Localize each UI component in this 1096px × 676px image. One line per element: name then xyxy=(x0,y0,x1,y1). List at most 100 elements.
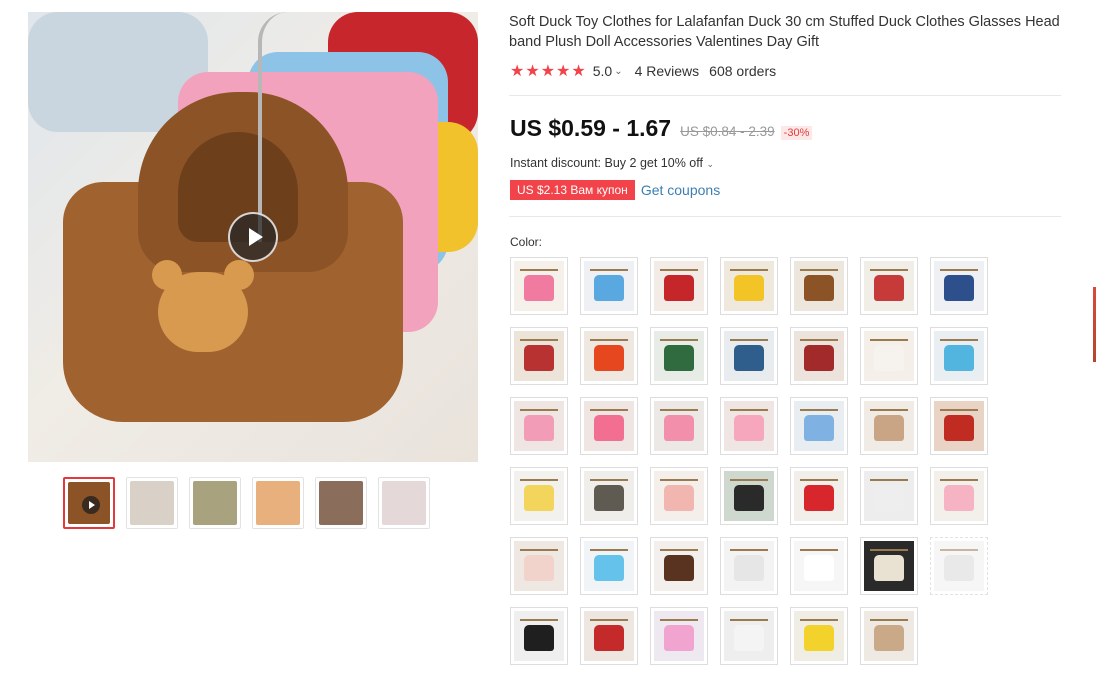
color-swatch[interactable] xyxy=(860,467,918,525)
garment-shape xyxy=(944,555,974,581)
hanger-line xyxy=(660,269,698,271)
gallery-thumbnail[interactable] xyxy=(315,477,367,529)
color-swatch[interactable] xyxy=(930,537,988,595)
color-swatch[interactable] xyxy=(580,467,638,525)
color-swatch[interactable] xyxy=(860,397,918,455)
hanger-line xyxy=(660,339,698,341)
hanger-line xyxy=(940,549,978,551)
instant-discount[interactable]: Instant discount: Buy 2 get 10% off ⌄ xyxy=(510,156,714,170)
color-swatch[interactable] xyxy=(510,257,568,315)
thumbnail-strip xyxy=(63,477,430,529)
color-swatch[interactable] xyxy=(720,537,778,595)
garment-shape xyxy=(804,555,834,581)
garment-shape xyxy=(594,625,624,651)
swatch-image xyxy=(514,261,564,311)
color-swatch[interactable] xyxy=(510,397,568,455)
hanger-line xyxy=(870,339,908,341)
color-swatch[interactable] xyxy=(860,607,918,665)
gallery-thumbnail[interactable] xyxy=(378,477,430,529)
color-swatch[interactable] xyxy=(650,607,708,665)
color-swatch[interactable] xyxy=(510,607,568,665)
color-swatch[interactable] xyxy=(510,537,568,595)
video-play-button[interactable] xyxy=(228,212,278,262)
swatch-image xyxy=(514,471,564,521)
color-swatch[interactable] xyxy=(580,537,638,595)
hanger-line xyxy=(590,549,628,551)
color-swatch[interactable] xyxy=(930,257,988,315)
coupon-row: US $2.13 Вам купон Get coupons xyxy=(510,180,720,200)
swatch-image xyxy=(654,541,704,591)
color-swatch[interactable] xyxy=(860,537,918,595)
play-icon xyxy=(249,228,263,246)
color-swatch[interactable] xyxy=(720,327,778,385)
garment-shape xyxy=(594,485,624,511)
garment-shape xyxy=(874,275,904,301)
swatch-image xyxy=(934,401,984,451)
color-swatch[interactable] xyxy=(650,537,708,595)
color-swatch[interactable] xyxy=(860,327,918,385)
color-swatch[interactable] xyxy=(930,397,988,455)
color-swatch[interactable] xyxy=(790,607,848,665)
swatch-image xyxy=(654,331,704,381)
product-title: Soft Duck Toy Clothes for Lalafanfan Duc… xyxy=(509,14,1060,50)
garment-shape xyxy=(524,275,554,301)
gallery-thumbnail[interactable] xyxy=(126,477,178,529)
swatch-image xyxy=(584,611,634,661)
color-swatch[interactable] xyxy=(790,467,848,525)
color-swatch[interactable] xyxy=(650,257,708,315)
chevron-down-icon[interactable]: ⌄ xyxy=(614,66,622,77)
color-swatch[interactable] xyxy=(580,607,638,665)
gallery-thumbnail[interactable] xyxy=(252,477,304,529)
hanger-line xyxy=(730,619,768,621)
get-coupons-link[interactable]: Get coupons xyxy=(641,182,720,198)
color-swatch[interactable] xyxy=(580,257,638,315)
color-swatch[interactable] xyxy=(580,327,638,385)
rating-value[interactable]: 5.0 xyxy=(593,63,612,79)
garment-shape xyxy=(804,625,834,651)
color-swatch[interactable] xyxy=(790,327,848,385)
garment-shape xyxy=(944,485,974,511)
hanger-line xyxy=(590,619,628,621)
swatch-image xyxy=(794,401,844,451)
color-swatch[interactable] xyxy=(650,467,708,525)
color-swatch[interactable] xyxy=(790,257,848,315)
garment-shape xyxy=(664,345,694,371)
reviews-link[interactable]: 4 Reviews xyxy=(635,63,700,79)
swatch-image xyxy=(864,331,914,381)
garment-shape xyxy=(734,415,764,441)
garment-shape xyxy=(734,485,764,511)
coupon-badge[interactable]: US $2.13 Вам купон xyxy=(510,180,635,200)
color-swatch[interactable] xyxy=(790,537,848,595)
color-swatch[interactable] xyxy=(650,397,708,455)
color-swatch[interactable] xyxy=(860,257,918,315)
divider xyxy=(509,95,1061,96)
thumbnail-image xyxy=(130,481,174,525)
garment-shape xyxy=(664,485,694,511)
color-swatch[interactable] xyxy=(930,327,988,385)
color-swatch[interactable] xyxy=(720,397,778,455)
color-swatch[interactable] xyxy=(790,397,848,455)
swatch-image xyxy=(934,331,984,381)
thumbnail-image xyxy=(193,481,237,525)
color-swatch[interactable] xyxy=(930,467,988,525)
hanger-line xyxy=(660,409,698,411)
swatch-image xyxy=(794,261,844,311)
swatch-image xyxy=(724,471,774,521)
hanger-line xyxy=(730,479,768,481)
swatch-image xyxy=(864,261,914,311)
swatch-image xyxy=(584,261,634,311)
swatch-image xyxy=(514,541,564,591)
garment-shape xyxy=(944,275,974,301)
hanger-line xyxy=(660,479,698,481)
color-swatches xyxy=(510,257,988,665)
gallery-thumbnail[interactable] xyxy=(189,477,241,529)
color-swatch[interactable] xyxy=(720,467,778,525)
gallery-thumbnail[interactable] xyxy=(63,477,115,529)
color-swatch[interactable] xyxy=(650,327,708,385)
color-swatch[interactable] xyxy=(720,607,778,665)
color-swatch[interactable] xyxy=(510,327,568,385)
main-product-image[interactable] xyxy=(28,12,478,462)
color-swatch[interactable] xyxy=(720,257,778,315)
color-swatch[interactable] xyxy=(580,397,638,455)
color-swatch[interactable] xyxy=(510,467,568,525)
